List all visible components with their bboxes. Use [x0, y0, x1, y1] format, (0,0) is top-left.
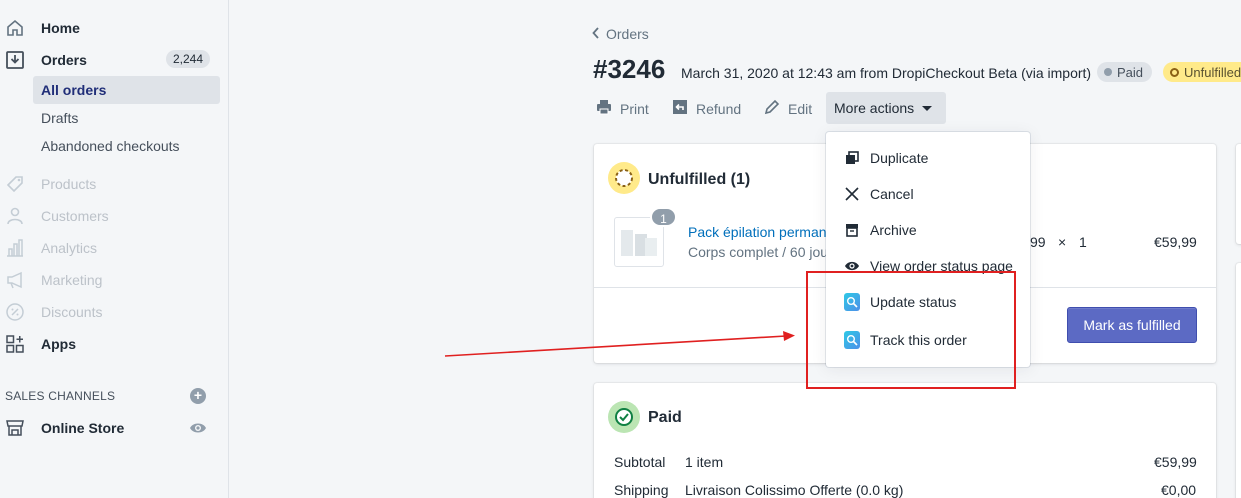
- annotation-arrow: [444, 331, 795, 357]
